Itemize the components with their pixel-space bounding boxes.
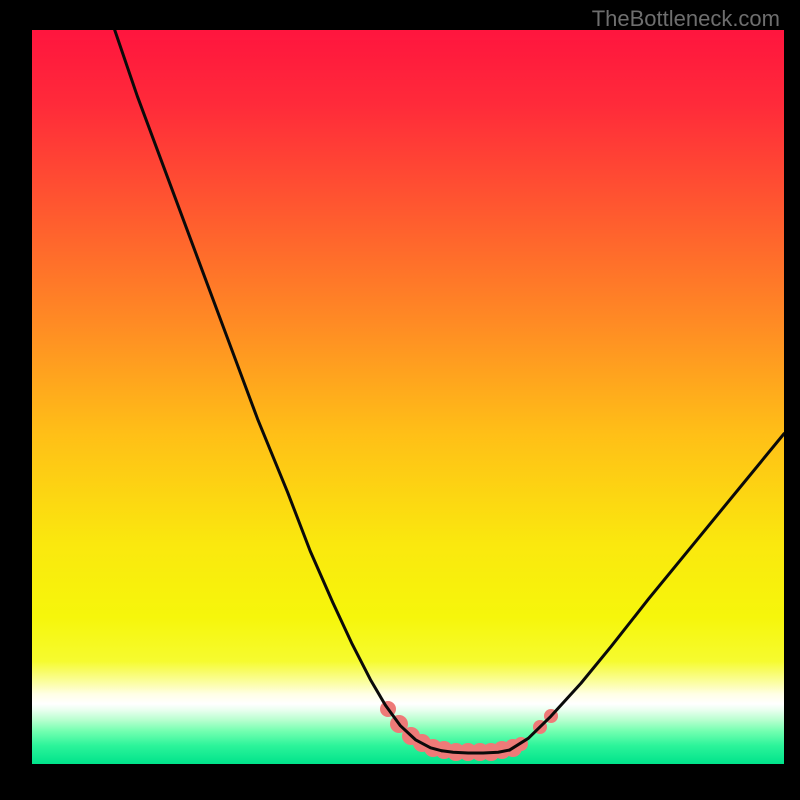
curve-left-curve	[115, 30, 442, 751]
curve-layer	[32, 30, 784, 764]
curve-bottom-flat	[442, 750, 510, 753]
curve-right-curve	[510, 434, 784, 750]
chart-frame: TheBottleneck.com	[0, 0, 800, 800]
watermark-text: TheBottleneck.com	[592, 6, 780, 32]
plot-area	[32, 30, 784, 764]
